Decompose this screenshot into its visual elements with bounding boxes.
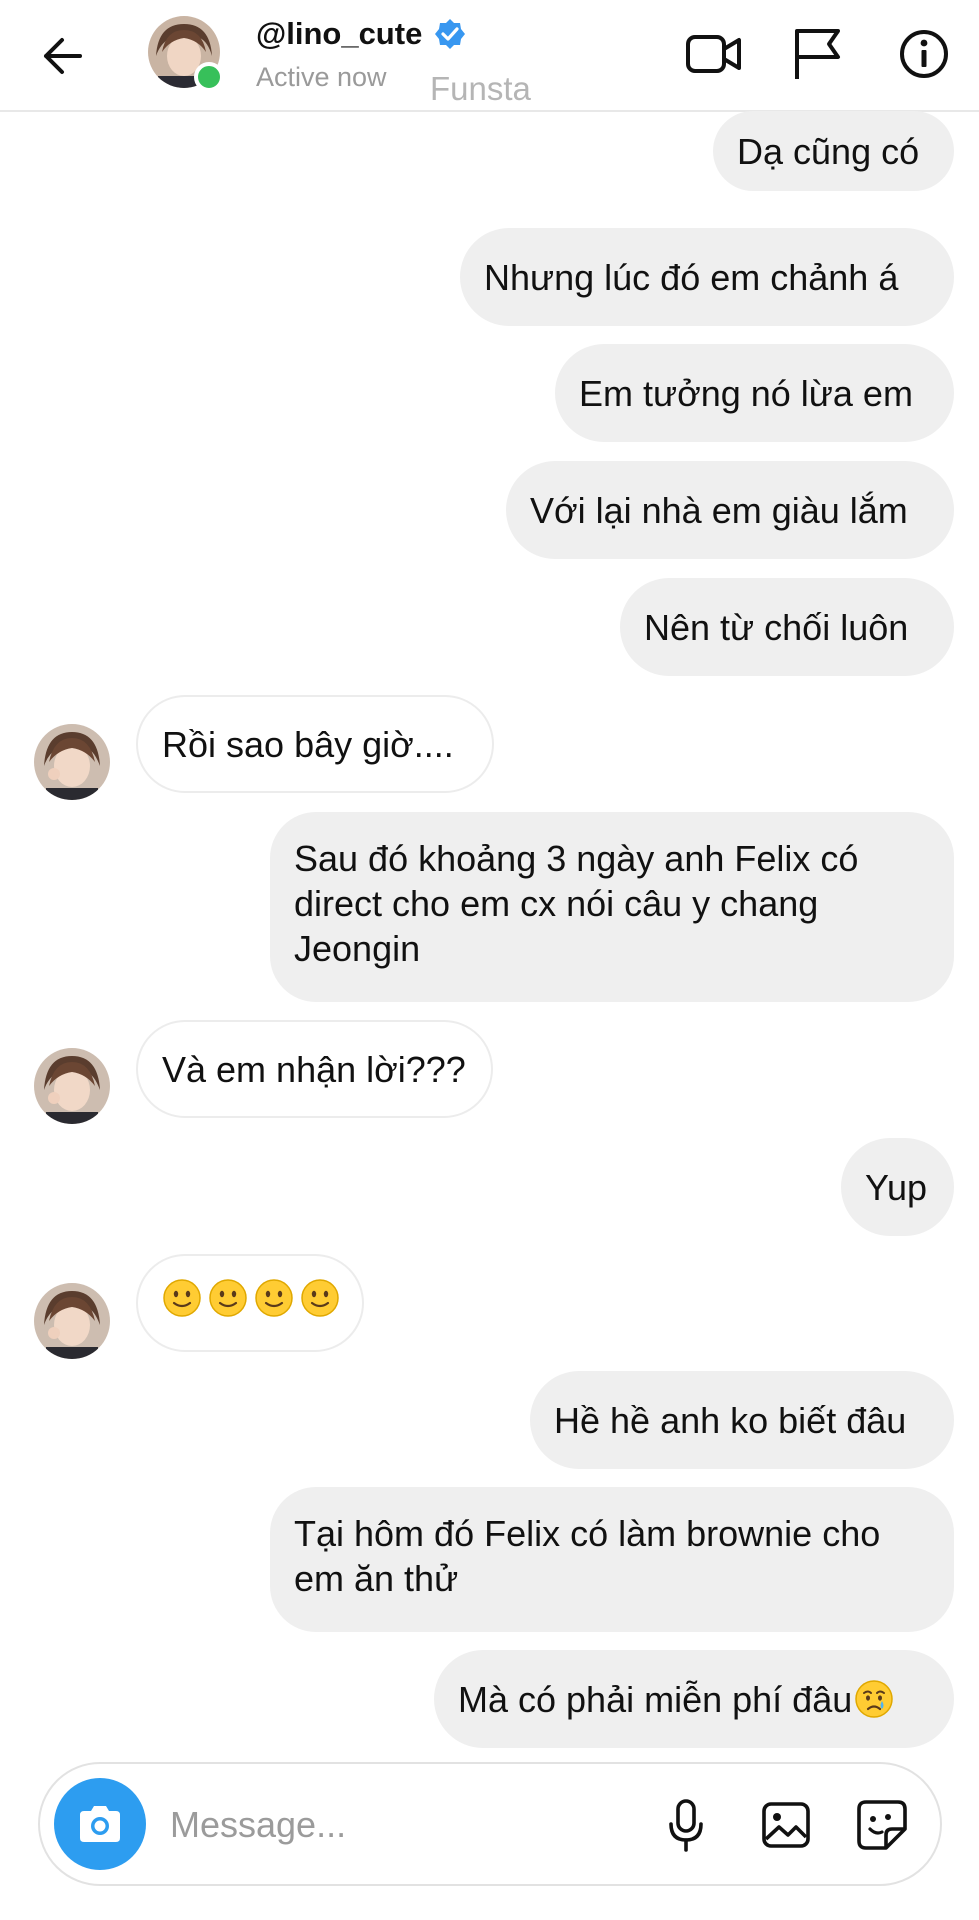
message-bubble-incoming[interactable]: Rồi sao bây giờ....: [136, 695, 494, 793]
sticker-button[interactable]: [851, 1794, 913, 1856]
username-row[interactable]: @lino_cute: [256, 16, 466, 52]
message-text: Với lại nhà em giàu lắm: [530, 489, 908, 531]
message-text: Và em nhận lời???: [162, 1048, 466, 1090]
message-bubble-incoming[interactable]: [136, 1254, 364, 1352]
voice-message-button[interactable]: [655, 1794, 717, 1856]
message-bubble-outgoing[interactable]: Dạ cũng có: [713, 111, 954, 191]
emoji-row: [162, 1278, 346, 1328]
sticker-icon: [857, 1800, 907, 1850]
message-bubble-outgoing[interactable]: Sau đó khoảng 3 ngày anh Felix có direct…: [270, 812, 954, 1002]
message-text: Em tưởng nó lừa em: [579, 372, 913, 414]
slightly-smiling-face-icon: [209, 1279, 247, 1317]
username[interactable]: @lino_cute: [256, 16, 422, 52]
message-text: Mà có phải miễn phí đâu: [458, 1678, 853, 1720]
video-call-button[interactable]: [682, 22, 746, 86]
message-bubble-incoming[interactable]: Và em nhận lời???: [136, 1020, 493, 1118]
message-bubble-outgoing[interactable]: Em tưởng nó lừa em: [555, 344, 954, 442]
chat-header: @lino_cute Active now Funsta: [0, 0, 979, 112]
message-composer: [38, 1762, 942, 1886]
arrow-left-icon: [44, 38, 82, 74]
camera-icon: [80, 1806, 120, 1842]
sender-avatar[interactable]: [34, 1048, 110, 1124]
message-text: Dạ cũng có: [737, 130, 920, 172]
slightly-smiling-face-icon: [255, 1279, 293, 1317]
message-bubble-outgoing[interactable]: Với lại nhà em giàu lắm: [506, 461, 954, 559]
microphone-icon: [669, 1799, 703, 1852]
message-bubble-outgoing[interactable]: Nhưng lúc đó em chảnh á: [460, 228, 954, 326]
sender-avatar[interactable]: [34, 1283, 110, 1359]
message-input[interactable]: [168, 1794, 652, 1856]
back-button[interactable]: [30, 24, 94, 88]
slightly-smiling-face-icon: [301, 1279, 339, 1317]
message-text: Nhưng lúc đó em chảnh á: [484, 256, 899, 298]
message-bubble-outgoing[interactable]: Hề hề anh ko biết đâu: [530, 1371, 954, 1469]
image-icon: [762, 1802, 810, 1848]
verified-badge-icon: [435, 19, 466, 49]
info-icon: [900, 30, 948, 78]
message-bubble-outgoing[interactable]: Tại hôm đó Felix có làm brownie cho em ă…: [270, 1487, 954, 1632]
overlay-watermark-text: Funsta: [430, 70, 531, 107]
message-text: Tại hôm đó Felix có làm brownie cho em ă…: [294, 1513, 881, 1599]
sender-avatar[interactable]: [34, 724, 110, 800]
message-bubble-outgoing[interactable]: Mà có phải miễn phí đâu: [434, 1650, 954, 1748]
online-indicator: [194, 62, 224, 92]
flag-icon: [795, 29, 840, 79]
message-text: Yup: [865, 1166, 928, 1208]
crying-face-icon: [855, 1680, 893, 1718]
report-button[interactable]: [786, 22, 850, 86]
active-status: Active now: [256, 62, 387, 92]
video-camera-icon: [686, 35, 741, 73]
camera-button[interactable]: [54, 1778, 146, 1870]
gallery-button[interactable]: [755, 1794, 817, 1856]
message-bubble-outgoing[interactable]: Yup: [841, 1138, 954, 1236]
slightly-smiling-face-icon: [163, 1279, 201, 1317]
message-text: Hề hề anh ko biết đâu: [554, 1399, 907, 1441]
conversation-info-button[interactable]: [892, 22, 956, 86]
message-text: Nên từ chối luôn: [644, 606, 909, 648]
message-text: Rồi sao bây giờ....: [162, 723, 454, 765]
message-text: Sau đó khoảng 3 ngày anh Felix có direct…: [294, 838, 859, 969]
message-bubble-outgoing[interactable]: Nên từ chối luôn: [620, 578, 954, 676]
